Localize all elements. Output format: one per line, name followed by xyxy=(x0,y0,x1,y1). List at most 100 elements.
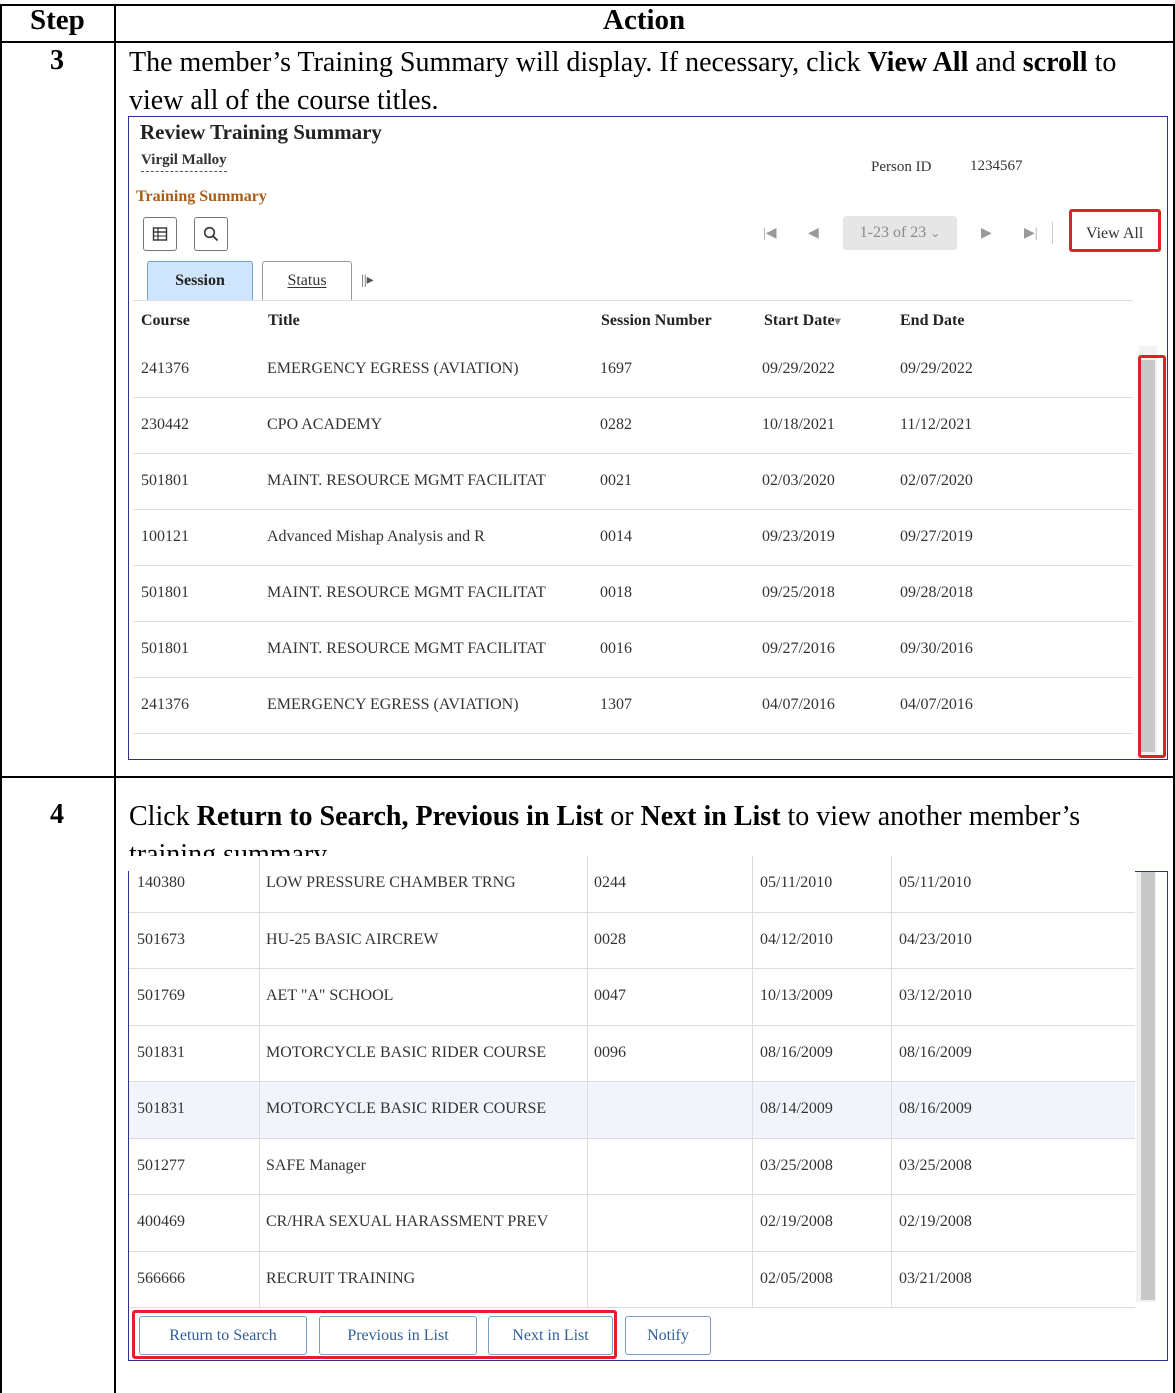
table-cell: HU-25 BASIC AIRCREW xyxy=(266,930,439,948)
table-cell: 03/25/2008 xyxy=(899,1156,972,1174)
table-row[interactable]: 501769 AET "A" SCHOOL 0047 10/13/2009 03/12/… xyxy=(129,969,1135,1026)
bold-text: Next in List xyxy=(640,801,781,832)
table-row[interactable]: 140380 LOW PRESSURE CHAMBER TRNG 0244 05/11… xyxy=(129,856,1135,913)
tab-session[interactable]: Session xyxy=(147,261,253,301)
column-divider xyxy=(752,856,753,1308)
start-date-label: Start Date xyxy=(764,312,835,329)
procedure-table: Step Action 3 The member’s Training Summ… xyxy=(0,0,1175,1393)
table-row[interactable]: 501801 MAINT. RESOURCE MGMT FACILITAT 0021… xyxy=(133,454,1133,510)
table-cell: 02/05/2008 xyxy=(760,1269,833,1287)
table-cell: EMERGENCY EGRESS (AVIATION) xyxy=(267,696,519,713)
table-border-top xyxy=(0,4,1175,6)
table-row[interactable]: 501801 MAINT. RESOURCE MGMT FACILITAT 0018… xyxy=(133,566,1133,622)
column-divider xyxy=(587,856,588,1308)
page-title: Review Training Summary xyxy=(140,120,382,144)
column-header-title[interactable]: Title xyxy=(268,312,300,330)
table-cell: 09/27/2016 xyxy=(762,640,835,657)
table-cell: 03/25/2008 xyxy=(760,1156,833,1174)
column-header-start-date[interactable]: Start Date▾ xyxy=(764,312,841,330)
scrollbar-thumb[interactable] xyxy=(1141,872,1155,1300)
table-cell: 03/12/2010 xyxy=(899,987,972,1005)
table-cell: 09/25/2018 xyxy=(762,584,835,601)
table-row[interactable]: 501277 SAFE Manager 03/25/2008 03/25/2008 xyxy=(129,1138,1135,1195)
table-cell: 501673 xyxy=(137,930,185,948)
table-row[interactable]: 501831 MOTORCYCLE BASIC RIDER COURSE 0096 0… xyxy=(129,1025,1135,1082)
table-cell: Advanced Mishap Analysis and R xyxy=(267,528,485,545)
step-number: 3 xyxy=(50,45,64,76)
table-cell: 02/03/2020 xyxy=(762,472,835,489)
table-cell: AET "A" SCHOOL xyxy=(266,987,394,1005)
table-row[interactable]: 241376 EMERGENCY EGRESS (AVIATION) 1307 04/… xyxy=(133,678,1133,734)
tab-status-label: Status xyxy=(287,272,327,289)
plain-text: and xyxy=(968,47,1023,78)
table-cell: 0016 xyxy=(600,640,632,657)
table-cell: MAINT. RESOURCE MGMT FACILITAT xyxy=(267,640,546,657)
table-cell: 1307 xyxy=(600,696,632,713)
step-column-header: Step xyxy=(30,4,85,36)
table-cell: MAINT. RESOURCE MGMT FACILITAT xyxy=(267,472,546,489)
bold-text: View All xyxy=(867,47,969,78)
person-name: Virgil Malloy xyxy=(141,152,227,172)
table-cell: 04/12/2010 xyxy=(760,930,833,948)
table-row[interactable]: 501831 MOTORCYCLE BASIC RIDER COURSE 08/14… xyxy=(129,1082,1135,1139)
table-cell: 566666 xyxy=(137,1269,185,1287)
table-cell: RECRUIT TRAINING xyxy=(266,1269,416,1287)
table-cell: 0021 xyxy=(600,472,632,489)
table-row[interactable]: 100121 Advanced Mishap Analysis and R 0014… xyxy=(133,510,1133,566)
table-cell: MAINT. RESOURCE MGMT FACILITAT xyxy=(267,584,546,601)
table-cell: 02/07/2020 xyxy=(900,472,973,489)
person-id-label: Person ID xyxy=(871,159,932,175)
table-cell: 501801 xyxy=(141,584,189,601)
table-cell: 230442 xyxy=(141,416,189,433)
table-row[interactable]: 230442 CPO ACADEMY 0282 10/18/2021 11/12/202… xyxy=(133,398,1133,454)
table-cell: 05/11/2010 xyxy=(760,874,833,892)
highlight-scrollbar xyxy=(1138,355,1166,758)
table-cell: 11/12/2021 xyxy=(900,416,973,433)
table-cell: 08/16/2009 xyxy=(899,1100,972,1118)
row-range-label: 1-23 of 23 xyxy=(859,224,927,241)
table-cell: 501831 xyxy=(137,1100,185,1118)
table-row[interactable]: 501801 MAINT. RESOURCE MGMT FACILITAT 0016… xyxy=(133,622,1133,678)
table-cell: 09/23/2019 xyxy=(762,528,835,545)
table-cell: EMERGENCY EGRESS (AVIATION) xyxy=(267,360,519,377)
last-page-icon[interactable]: ▶| xyxy=(1024,225,1038,242)
table-row[interactable]: 241376 EMERGENCY EGRESS (AVIATION) 1697 09/… xyxy=(133,342,1133,398)
table-cell: 0047 xyxy=(594,987,626,1005)
highlight-view-all xyxy=(1069,209,1161,252)
table-cell: 501801 xyxy=(141,472,189,489)
table-cell: 04/07/2016 xyxy=(900,696,973,713)
tab-status[interactable]: Status xyxy=(262,261,352,301)
prev-page-icon[interactable]: ◀ xyxy=(808,225,819,242)
first-page-icon[interactable]: |◀ xyxy=(763,225,777,242)
table-cell: 10/18/2021 xyxy=(762,416,835,433)
row-divider xyxy=(0,776,1175,778)
column-header-end-date[interactable]: End Date xyxy=(900,312,964,330)
table-row[interactable]: 501673 HU-25 BASIC AIRCREW 0028 04/12/2010 0… xyxy=(129,912,1135,969)
table-cell: 02/19/2008 xyxy=(760,1213,833,1231)
table-cell: 100121 xyxy=(141,528,189,545)
row-range-select[interactable]: 1-23 of 23 ⌄ xyxy=(843,216,957,250)
table-border-left xyxy=(0,4,2,1393)
table-cell: SAFE Manager xyxy=(266,1156,366,1174)
table-cell: 140380 xyxy=(137,874,185,892)
next-page-icon[interactable]: ▶ xyxy=(981,225,992,242)
table-row[interactable]: 566666 RECRUIT TRAINING 02/05/2008 03/21/20… xyxy=(129,1251,1135,1308)
column-header-session-number[interactable]: Session Number xyxy=(601,312,712,330)
column-header-course[interactable]: Course xyxy=(141,312,190,330)
table-cell: 05/11/2010 xyxy=(899,874,972,892)
table-cell: LOW PRESSURE CHAMBER TRNG xyxy=(266,874,516,892)
step-number: 4 xyxy=(50,799,64,830)
find-button[interactable] xyxy=(194,217,228,251)
table-cell: 241376 xyxy=(141,696,189,713)
table-cell: 09/29/2022 xyxy=(900,360,973,377)
plain-text: or xyxy=(603,801,641,832)
table-cell: 501831 xyxy=(137,1043,185,1061)
notify-button[interactable]: Notify xyxy=(625,1316,711,1355)
table-cell: 09/29/2022 xyxy=(762,360,835,377)
table-cell: 501801 xyxy=(141,640,189,657)
table-row[interactable]: 400469 CR/HRA SEXUAL HARASSMENT PREV 02/19… xyxy=(129,1195,1135,1252)
table-cell: 0014 xyxy=(600,528,632,545)
more-tabs-icon[interactable]: ||▸ xyxy=(361,272,374,289)
personalize-grid-button[interactable] xyxy=(143,217,177,251)
table-cell: 08/16/2009 xyxy=(760,1043,833,1061)
